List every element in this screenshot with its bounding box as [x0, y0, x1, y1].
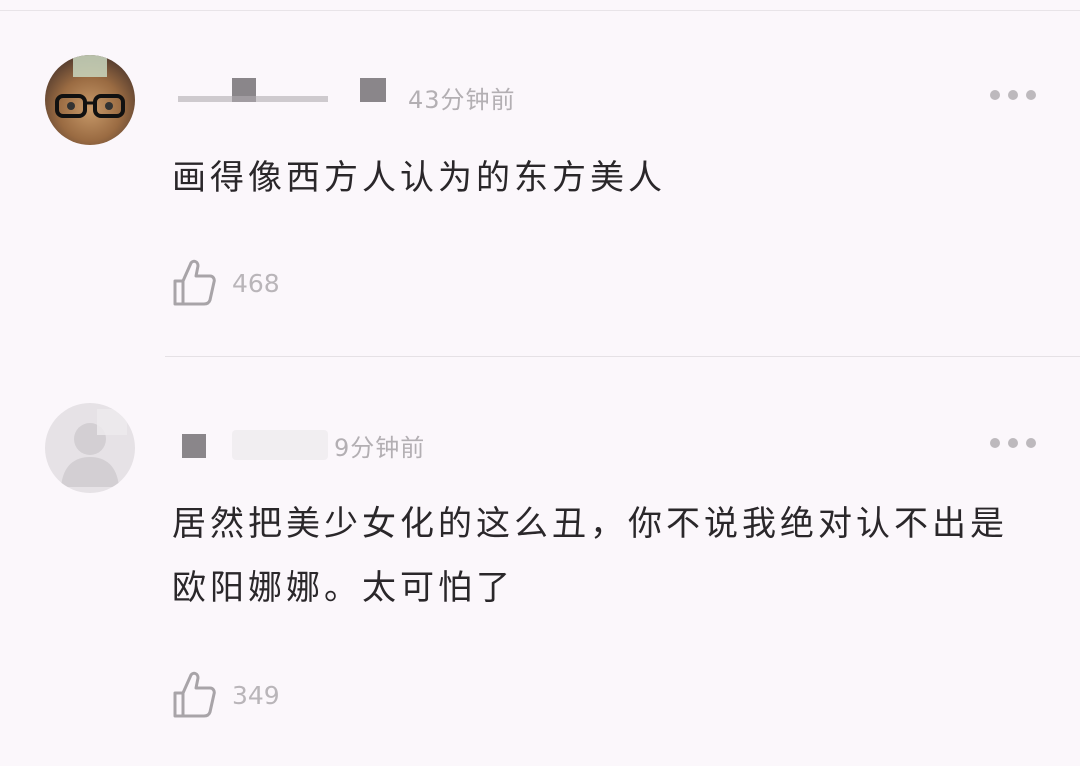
more-dots-icon[interactable] — [990, 438, 1036, 450]
thumbs-up-icon — [173, 259, 216, 306]
like-count: 349 — [232, 680, 280, 710]
top-divider — [0, 10, 1080, 11]
comment-time: 9分钟前 — [334, 434, 426, 462]
comment-text: 画得像西方人认为的东方美人 — [172, 158, 666, 198]
user-avatar[interactable] — [45, 55, 135, 145]
comment-text: 居然把美少女化的这么丑，你不说我绝对认不出是欧阳娜娜。太可怕了 — [172, 504, 1008, 608]
like-button[interactable]: 468 — [172, 258, 280, 308]
thumbs-up-icon — [173, 671, 216, 718]
more-dots-icon[interactable] — [990, 90, 1036, 102]
like-button[interactable]: 349 — [172, 670, 280, 720]
avatar-mosaic — [73, 55, 107, 77]
avatar-mosaic — [97, 409, 127, 435]
user-avatar[interactable] — [45, 403, 135, 493]
comment-divider — [165, 356, 1080, 357]
username-mosaic — [232, 430, 328, 460]
username-mosaic — [178, 96, 328, 102]
username-mosaic — [360, 78, 386, 102]
comment-time: 43分钟前 — [408, 86, 516, 114]
glasses-icon — [55, 94, 125, 118]
like-count: 468 — [232, 268, 280, 298]
username-mosaic — [182, 434, 206, 458]
